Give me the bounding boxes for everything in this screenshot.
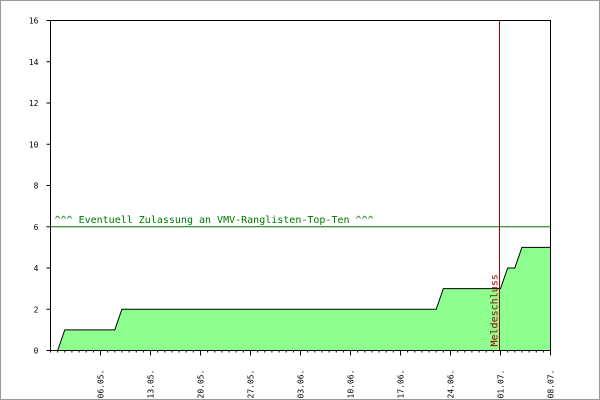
x-axis: 06.05. 13.05. 20.05. 27.05. 03.06. 10.06. 17.0… [50,350,556,399]
threshold-label: ^^^ Eventuell Zulassung an VMV-Rangliste… [55,215,374,226]
x-tick-label: 08.07. [547,370,556,399]
y-tick-label: 2 [34,305,39,314]
deadline-label: Meldeschluss [490,274,501,346]
x-tick-label: 17.06. [397,370,406,399]
y-axis: 0 2 4 6 8 10 12 14 16 [29,17,51,356]
x-tick-label: 03.06. [297,370,306,399]
x-tick-label: 20.05. [197,370,206,399]
y-tick-label: 0 [34,347,39,356]
x-tick-label: 27.05. [247,370,256,399]
series-area [57,247,551,351]
x-tick-label: 06.05. [97,370,106,399]
x-tick-label: 24.06. [447,370,456,399]
x-tick-label: 13.05. [147,370,156,399]
x-tick-label: 01.07. [497,370,506,399]
y-tick-label: 12 [29,99,39,108]
y-tick-label: 10 [29,140,39,149]
y-tick-label: 14 [29,58,39,67]
y-tick-label: 8 [34,182,39,191]
chart: ^^^ Eventuell Zulassung an VMV-Rangliste… [29,17,556,399]
x-tick-label: 10.06. [347,370,356,399]
y-tick-label: 4 [34,264,39,273]
y-tick-label: 16 [29,17,39,26]
y-tick-label: 6 [34,223,39,232]
